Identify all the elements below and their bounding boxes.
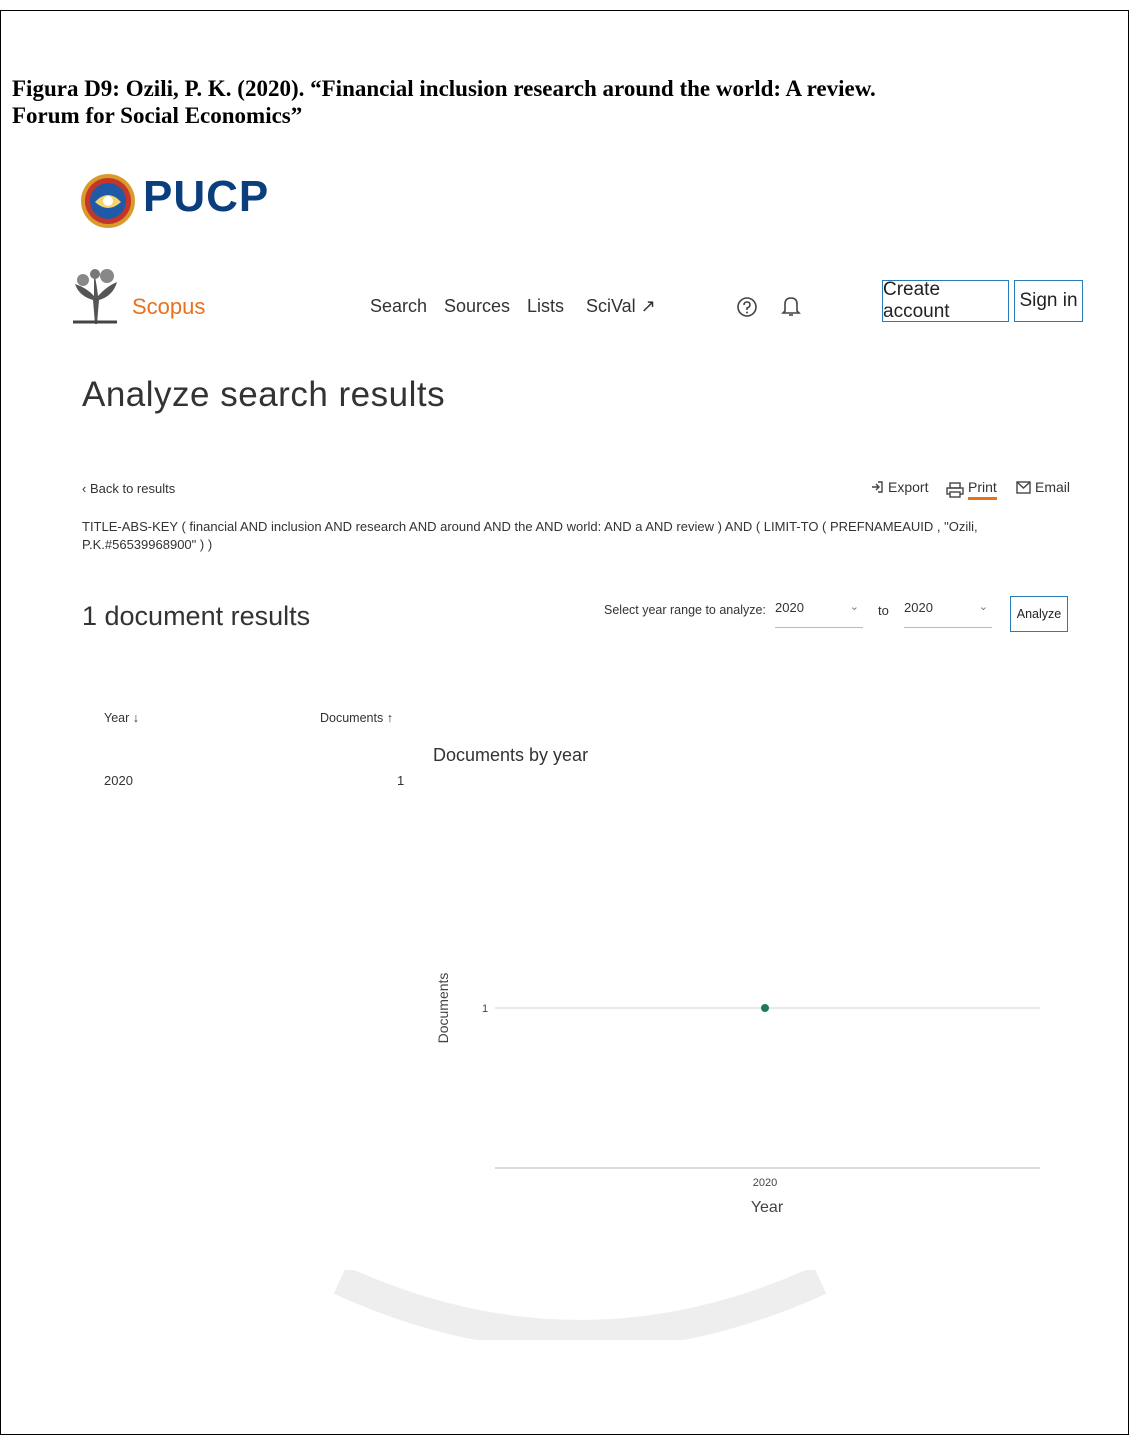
year-range-label: Select year range to analyze: bbox=[604, 603, 766, 617]
printer-icon bbox=[946, 481, 964, 498]
x-axis-label: Year bbox=[751, 1199, 784, 1216]
year-to-value: 2020 bbox=[904, 600, 933, 615]
year-to-select[interactable]: 2020 ⌄ bbox=[904, 598, 992, 628]
scopus-brand[interactable]: Scopus bbox=[132, 294, 205, 320]
figure-caption: Figura D9: Ozili, P. K. (2020). “Financi… bbox=[12, 75, 1122, 129]
back-to-results-link[interactable]: ‹ Back to results bbox=[82, 481, 175, 496]
table-row-docs: 1 bbox=[397, 773, 405, 788]
nav-scival[interactable]: SciVal ↗ bbox=[586, 296, 656, 317]
year-from-select[interactable]: 2020 ⌄ bbox=[775, 598, 863, 628]
y-axis-label: Documents bbox=[435, 973, 451, 1044]
nav-search[interactable]: Search bbox=[370, 296, 427, 317]
data-point[interactable] bbox=[761, 1004, 769, 1012]
nav-lists[interactable]: Lists bbox=[527, 296, 564, 317]
sign-in-button[interactable]: Sign in bbox=[1014, 280, 1083, 322]
nav-sources[interactable]: Sources bbox=[444, 296, 510, 317]
year-from-value: 2020 bbox=[775, 600, 804, 615]
email-button[interactable]: Email bbox=[1016, 479, 1070, 495]
search-query-string: TITLE-ABS-KEY ( financial AND inclusion … bbox=[82, 519, 978, 552]
to-label: to bbox=[878, 603, 889, 618]
caption-line-2: Forum for Social Economics” bbox=[12, 103, 303, 128]
print-label: Print bbox=[968, 479, 997, 500]
mail-icon bbox=[1016, 480, 1031, 494]
export-button[interactable]: Export bbox=[870, 479, 928, 495]
bell-icon[interactable] bbox=[780, 294, 802, 318]
caption-line-1: Figura D9: Ozili, P. K. (2020). “Financi… bbox=[12, 76, 876, 101]
email-label: Email bbox=[1035, 479, 1071, 495]
year-column-header[interactable]: Year ↓ bbox=[104, 711, 139, 725]
documents-by-year-chart: Documents Year 1 2020 bbox=[435, 973, 1040, 1216]
create-account-button[interactable]: Create account bbox=[882, 279, 1009, 322]
elsevier-tree-icon bbox=[67, 266, 123, 326]
chevron-down-icon: ⌄ bbox=[849, 601, 859, 613]
results-count: 1 document results bbox=[82, 601, 311, 631]
export-icon bbox=[872, 481, 883, 493]
watermark-seal bbox=[333, 1270, 827, 1340]
y-tick-label: 1 bbox=[482, 1003, 488, 1015]
analyze-button[interactable]: Analyze bbox=[1010, 596, 1068, 632]
documents-column-header[interactable]: Documents ↑ bbox=[320, 711, 393, 725]
pucp-logo-text: PUCP bbox=[143, 172, 270, 221]
help-circle-icon[interactable] bbox=[736, 296, 758, 318]
pucp-shield-icon bbox=[81, 174, 135, 228]
export-label: Export bbox=[888, 479, 929, 495]
print-button[interactable]: Print bbox=[946, 479, 997, 500]
chevron-down-icon: ⌄ bbox=[978, 601, 988, 613]
chart-title: Documents by year bbox=[433, 745, 589, 765]
page-title: Analyze search results bbox=[82, 375, 446, 414]
table-row-year: 2020 bbox=[104, 773, 133, 788]
x-tick-label: 2020 bbox=[753, 1177, 777, 1189]
